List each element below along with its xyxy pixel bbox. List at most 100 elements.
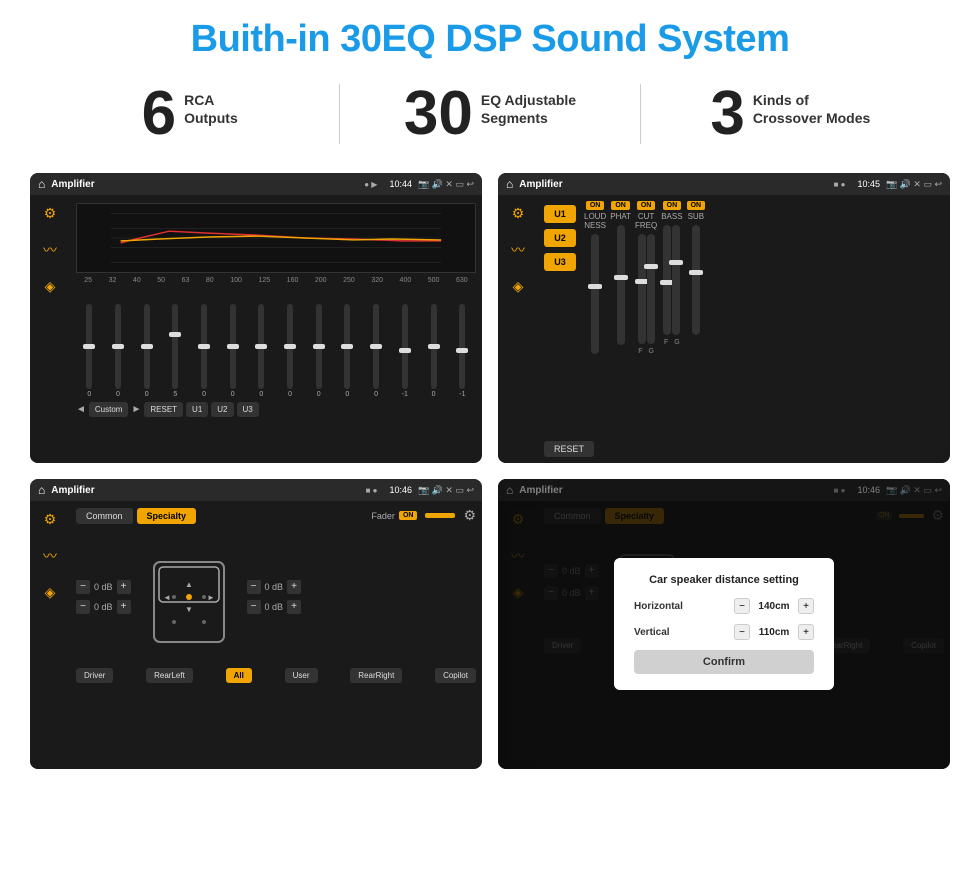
eq-track-9[interactable] (344, 304, 350, 389)
phat-thumb[interactable] (614, 275, 628, 280)
btn-all[interactable]: All (226, 668, 252, 683)
sub-slider[interactable] (692, 225, 700, 335)
eq-thumb-6[interactable] (255, 344, 267, 349)
eq-track-6[interactable] (258, 304, 264, 389)
dialog-horizontal-plus[interactable]: + (798, 598, 814, 614)
eq-track-7[interactable] (287, 304, 293, 389)
btn-rearleft[interactable]: RearLeft (146, 668, 193, 683)
amp2-wave-icon[interactable]: 〰 (511, 240, 525, 260)
bass-slider-g[interactable] (672, 225, 680, 335)
db-minus-fl[interactable]: − (76, 580, 90, 594)
eq-thumb-7[interactable] (284, 344, 296, 349)
eq-thumb-10[interactable] (370, 344, 382, 349)
eq-u2-btn[interactable]: U2 (211, 402, 233, 417)
btn-driver[interactable]: Driver (76, 668, 113, 683)
loudness-thumb[interactable] (588, 284, 602, 289)
eq-prev-arrow[interactable]: ◄ (76, 404, 86, 415)
cutfreq-slider-f[interactable] (638, 234, 646, 344)
eq-next-arrow[interactable]: ► (131, 404, 141, 415)
amp2-u3-btn[interactable]: U3 (544, 253, 576, 271)
eq-thumb-0[interactable] (83, 344, 95, 349)
stat-divider-1 (339, 84, 340, 144)
amp2-u2-btn[interactable]: U2 (544, 229, 576, 247)
tab-specialty[interactable]: Specialty (137, 508, 197, 524)
db-minus-rr[interactable]: − (247, 600, 261, 614)
eq-track-0[interactable] (86, 304, 92, 389)
eq-custom-btn[interactable]: Custom (89, 402, 129, 417)
fader-settings-icon[interactable]: ⚙ (463, 507, 476, 524)
fader-sliders-icon[interactable]: ⚙ (44, 511, 57, 528)
eq-sliders-icon[interactable]: ⚙ (44, 205, 57, 222)
confirm-button[interactable]: Confirm (634, 650, 814, 674)
eq-thumb-9[interactable] (341, 344, 353, 349)
eq-track-12[interactable] (431, 304, 437, 389)
sub-thumb[interactable] (689, 270, 703, 275)
status-title-1: Amplifier (51, 179, 358, 190)
eq-u1-btn[interactable]: U1 (186, 402, 208, 417)
bass-thumb-g[interactable] (669, 260, 683, 265)
btn-user[interactable]: User (285, 668, 318, 683)
eq-track-10[interactable] (373, 304, 379, 389)
eq-thumb-8[interactable] (313, 344, 325, 349)
fader-on-badge[interactable]: ON (399, 511, 418, 520)
home-icon-2[interactable]: ⌂ (506, 177, 513, 191)
dialog-vertical-plus[interactable]: + (798, 624, 814, 640)
eq-track-3[interactable] (172, 304, 178, 389)
eq-track-13[interactable] (459, 304, 465, 389)
btn-copilot[interactable]: Copilot (435, 668, 476, 683)
eq-slider-8: 0 (316, 304, 322, 398)
cutfreq-thumb-g[interactable] (644, 264, 658, 269)
eq-thumb-1[interactable] (112, 344, 124, 349)
cutfreq-on[interactable]: ON (637, 201, 656, 210)
bass-on[interactable]: ON (663, 201, 682, 210)
btn-rearright[interactable]: RearRight (350, 668, 402, 683)
eq-wave-icon[interactable]: 〰 (43, 240, 57, 260)
eq-reset-btn[interactable]: RESET (144, 402, 183, 417)
cutfreq-slider-g[interactable] (647, 234, 655, 344)
eq-track-8[interactable] (316, 304, 322, 389)
tab-common[interactable]: Common (76, 508, 133, 524)
fader-speaker-icon[interactable]: ◈ (45, 584, 56, 601)
loudness-slider[interactable] (591, 234, 599, 354)
eq-thumb-13[interactable] (456, 348, 468, 353)
phat-slider[interactable] (617, 225, 625, 345)
svg-text:▼: ▼ (185, 605, 193, 614)
eq-thumb-4[interactable] (198, 344, 210, 349)
dialog-vertical-minus[interactable]: − (734, 624, 750, 640)
status-bar-1: ⌂ Amplifier ● ▶ 10:44 📷 🔊 ✕ ▭ ↩ (30, 173, 482, 195)
db-plus-rl[interactable]: + (117, 600, 131, 614)
car-visual: ▲ ▼ ◄ ► (139, 532, 239, 662)
db-minus-rl[interactable]: − (76, 600, 90, 614)
eq-track-11[interactable] (402, 304, 408, 389)
eq-track-4[interactable] (201, 304, 207, 389)
bass-slider-f[interactable] (663, 225, 671, 335)
amp2-sliders-icon[interactable]: ⚙ (512, 205, 525, 222)
db-plus-fl[interactable]: + (117, 580, 131, 594)
channel-phat: ON PHAT (610, 201, 631, 433)
sub-on[interactable]: ON (687, 201, 706, 210)
db-plus-fr[interactable]: + (287, 580, 301, 594)
eq-thumb-5[interactable] (227, 344, 239, 349)
phat-on[interactable]: ON (611, 201, 630, 210)
fader-wave-icon[interactable]: 〰 (43, 546, 57, 566)
channel-loudness: ON LOUDNESS (584, 201, 606, 433)
eq-track-1[interactable] (115, 304, 121, 389)
amp2-speaker-icon[interactable]: ◈ (513, 278, 524, 295)
eq-thumb-12[interactable] (428, 344, 440, 349)
eq-thumb-2[interactable] (141, 344, 153, 349)
db-minus-fr[interactable]: − (247, 580, 261, 594)
eq-thumb-11[interactable] (399, 348, 411, 353)
dialog-horizontal-minus[interactable]: − (734, 598, 750, 614)
home-icon-1[interactable]: ⌂ (38, 177, 45, 191)
home-icon-3[interactable]: ⌂ (38, 483, 45, 497)
eq-speaker-icon[interactable]: ◈ (45, 278, 56, 295)
loudness-on[interactable]: ON (586, 201, 605, 210)
eq-track-5[interactable] (230, 304, 236, 389)
eq-u3-btn[interactable]: U3 (237, 402, 259, 417)
amp2-u1-btn[interactable]: U1 (544, 205, 576, 223)
eq-track-2[interactable] (144, 304, 150, 389)
amp2-reset-btn[interactable]: RESET (544, 441, 594, 457)
db-plus-rr[interactable]: + (287, 600, 301, 614)
amp2-reset-row: RESET (544, 433, 944, 457)
eq-thumb-3[interactable] (169, 332, 181, 337)
